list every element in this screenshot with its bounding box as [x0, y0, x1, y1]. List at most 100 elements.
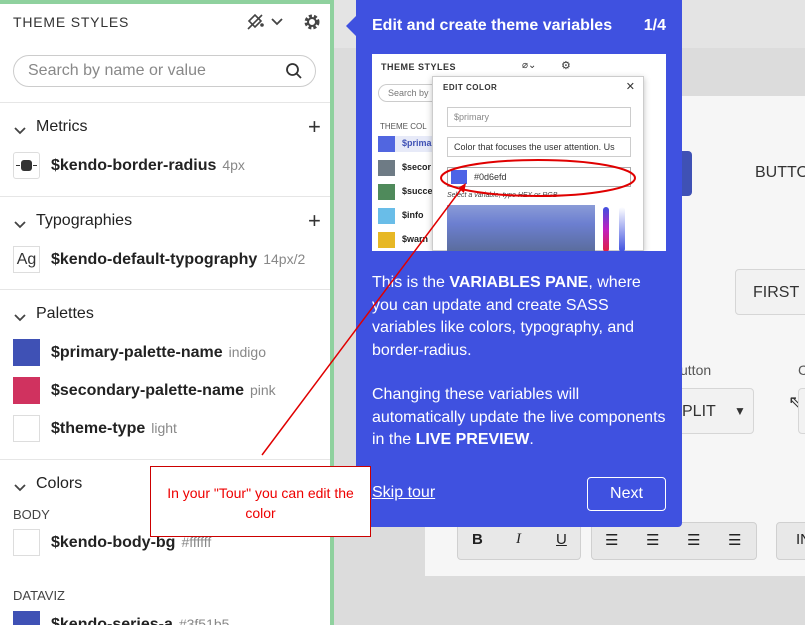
- emphasis: LIVE PREVIEW: [415, 431, 530, 448]
- close-icon: ✕: [625, 81, 635, 93]
- var-row-border-radius[interactable]: $kendo-border-radius 4px: [13, 152, 323, 180]
- format-group-more: IN: [776, 522, 805, 560]
- section-typographies[interactable]: Typographies +: [0, 208, 330, 238]
- mini-row: $info: [378, 208, 438, 224]
- divider: [0, 289, 330, 290]
- section-metrics[interactable]: Metrics +: [0, 114, 330, 144]
- preview-split-text: PLIT: [682, 403, 716, 420]
- var-name: $primary-palette-name: [51, 344, 223, 361]
- chevron-down-icon[interactable]: ▼: [734, 404, 746, 418]
- skip-tour-link[interactable]: Skip tour: [372, 484, 435, 502]
- chevron-down-icon[interactable]: [14, 216, 26, 234]
- preview-button-text[interactable]: BUTTO: [755, 164, 805, 182]
- align-right-icon[interactable]: ☰: [687, 531, 700, 549]
- paint-bucket-icon: ⌀⌄: [522, 60, 537, 71]
- format-group-align: ☰ ☰ ☰ ☰: [591, 522, 757, 560]
- mini-row-label: $info: [402, 210, 424, 220]
- underline-button[interactable]: U: [556, 531, 567, 548]
- color-swatch: [451, 170, 467, 184]
- align-center-icon[interactable]: ☰: [646, 531, 659, 549]
- search-box: [13, 55, 316, 87]
- var-value: 14px/2: [263, 251, 306, 267]
- section-title: Typographies: [36, 212, 133, 229]
- section-title: Metrics: [36, 118, 88, 135]
- mini-value-text: #0d6efd: [474, 172, 507, 182]
- var-name: $theme-type: [51, 420, 146, 437]
- typography-icon: Ag: [13, 246, 40, 273]
- mini-edit-color-dialog: EDIT COLOR ✕ $primary Color that focuses…: [432, 76, 644, 251]
- tour-popup: Edit and create theme variables 1/4 THEM…: [356, 0, 682, 527]
- mini-name-field: $primary: [447, 107, 631, 127]
- text: This is the: [372, 274, 450, 291]
- color-swatch: [13, 377, 40, 404]
- mini-edit-title: EDIT COLOR: [443, 83, 498, 92]
- color-swatch: [378, 232, 395, 248]
- var-row-primary-palette[interactable]: $primary-palette-name indigo: [13, 339, 323, 367]
- mini-group-label: THEME COL: [380, 122, 427, 131]
- divider: [0, 459, 330, 460]
- var-value: light: [151, 420, 177, 436]
- preview-button-label: utton: [680, 362, 712, 378]
- tour-title: Edit and create theme variables: [372, 17, 613, 34]
- popup-pointer: [346, 16, 356, 36]
- paint-bucket-icon[interactable]: [243, 10, 267, 34]
- color-swatch: [378, 160, 395, 176]
- color-swatch: [13, 415, 40, 442]
- chevron-down-icon[interactable]: [14, 479, 26, 497]
- divider: [0, 196, 330, 197]
- chevron-down-icon[interactable]: [14, 309, 26, 327]
- preview-side-box: [798, 388, 805, 434]
- bold-button[interactable]: B: [472, 531, 483, 548]
- chevron-down-icon[interactable]: [265, 10, 289, 34]
- chevron-down-icon[interactable]: [14, 122, 26, 140]
- section-title: Palettes: [36, 305, 94, 322]
- mini-row: $warn: [378, 232, 438, 248]
- mini-value-field: #0d6efd: [447, 167, 631, 187]
- mini-row: $succe: [378, 184, 438, 200]
- tour-step-counter: 1/4: [643, 17, 666, 34]
- mini-row-label: $secor: [402, 162, 432, 172]
- gear-icon: ⚙: [561, 60, 571, 72]
- add-typography-button[interactable]: +: [308, 210, 321, 232]
- var-value: #3f51b5: [178, 616, 230, 625]
- indent-text[interactable]: IN: [796, 531, 805, 548]
- mini-hue-slider: [603, 207, 609, 251]
- var-row-theme-type[interactable]: $theme-type light: [13, 415, 323, 443]
- color-swatch: [378, 184, 395, 200]
- mini-row: $prima: [378, 136, 436, 152]
- mini-row-label: $warn: [402, 234, 429, 244]
- var-row-secondary-palette[interactable]: $secondary-palette-name pink: [13, 377, 323, 405]
- align-justify-icon[interactable]: ☰: [728, 531, 741, 549]
- group-label-dataviz: DATAVIZ: [13, 588, 65, 603]
- var-row-default-typography[interactable]: Ag $kendo-default-typography 14px/2: [13, 246, 323, 274]
- mini-desc-field: Color that focuses the user attention. U…: [447, 137, 631, 157]
- align-left-icon[interactable]: ☰: [605, 531, 618, 549]
- mini-color-picker: [447, 205, 595, 251]
- divider: [0, 102, 330, 103]
- tour-paragraph: Changing these variables will automatica…: [372, 384, 668, 452]
- var-row-series-a[interactable]: $kendo-series-a #3f51b5: [13, 611, 323, 625]
- color-swatch: [378, 136, 395, 152]
- gear-icon[interactable]: [300, 10, 324, 34]
- color-swatch: [13, 339, 40, 366]
- mini-alpha-slider: [619, 207, 625, 251]
- next-button[interactable]: Next: [587, 477, 666, 511]
- var-name: $kendo-default-typography: [51, 251, 258, 268]
- section-title: Colors: [36, 475, 83, 492]
- add-metric-button[interactable]: +: [308, 116, 321, 138]
- search-icon[interactable]: [285, 62, 303, 85]
- section-palettes[interactable]: Palettes: [0, 301, 330, 331]
- mini-row-label: $succe: [402, 186, 433, 196]
- var-value: 4px: [222, 157, 245, 173]
- italic-button[interactable]: I: [516, 531, 521, 548]
- border-radius-icon: [13, 152, 40, 179]
- color-swatch: [13, 611, 40, 625]
- annotation-callout: In your "Tour" you can edit the color: [150, 466, 371, 537]
- color-swatch: [13, 529, 40, 556]
- search-input[interactable]: [28, 62, 268, 80]
- var-value: pink: [249, 382, 276, 398]
- tour-body: This is the VARIABLES PANE, where you ca…: [372, 272, 668, 474]
- preview-c-label: C: [798, 362, 805, 378]
- pane-title: THEME STYLES: [13, 14, 130, 30]
- mini-hint: Select a variable, type HEX or RGB: [447, 192, 558, 199]
